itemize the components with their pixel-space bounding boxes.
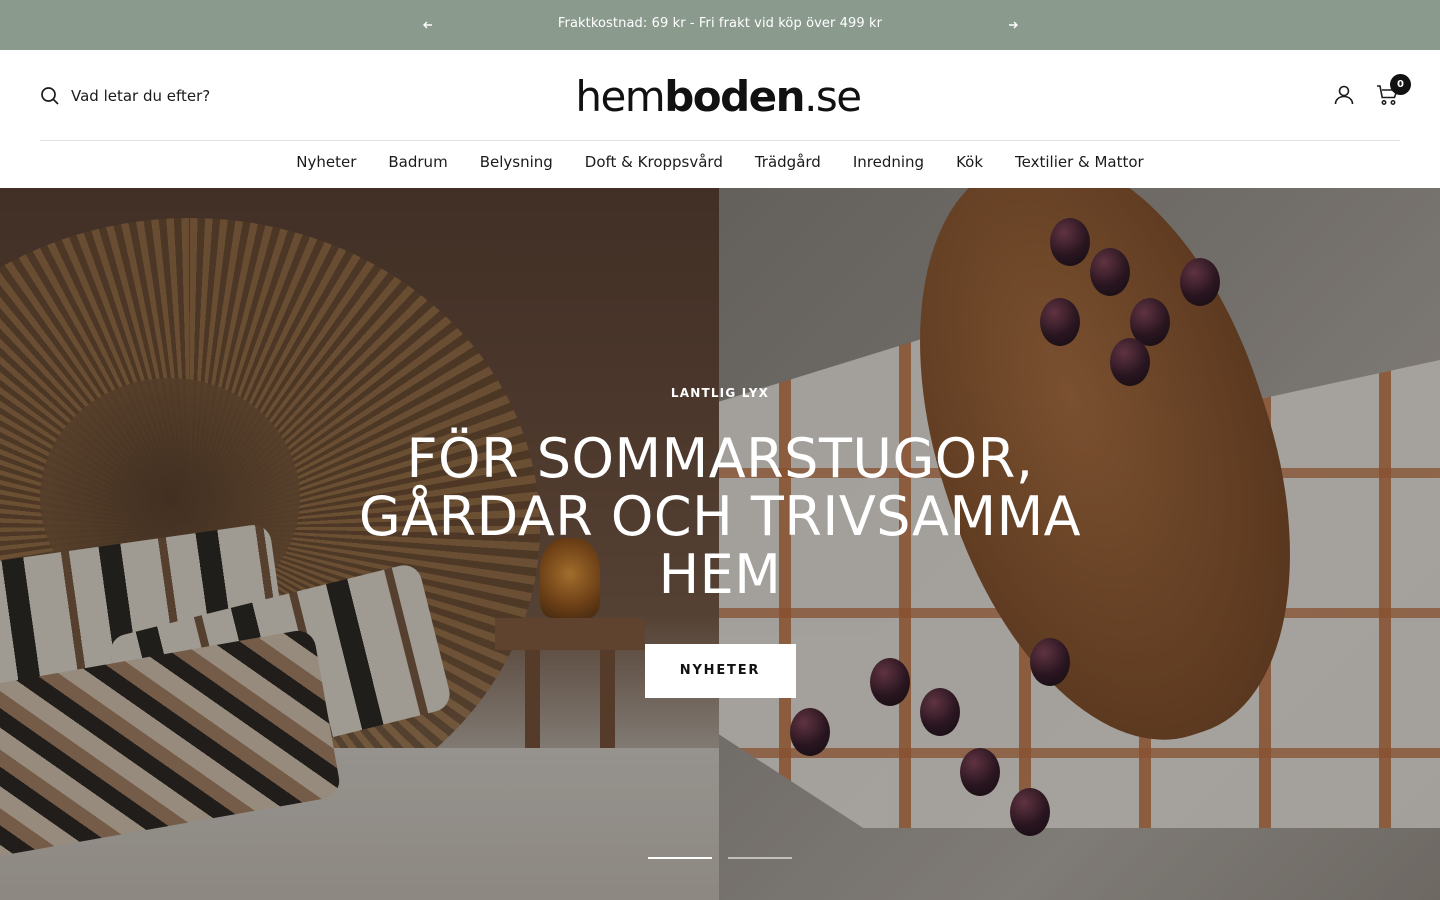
- main-nav: Nyheter Badrum Belysning Doft & Kroppsvå…: [0, 153, 1440, 171]
- nav-item-tradgard[interactable]: Trädgård: [755, 153, 821, 171]
- announcement-text: Fraktkostnad: 69 kr - Fri frakt vid köp …: [557, 16, 883, 31]
- arrow-right-icon[interactable]: [1003, 15, 1023, 35]
- cart-icon[interactable]: 0: [1376, 74, 1411, 107]
- search-icon[interactable]: [40, 86, 60, 106]
- nav-item-badrum[interactable]: Badrum: [388, 153, 447, 171]
- logo-part-hem: hem: [575, 72, 665, 121]
- header-divider: [40, 140, 1400, 141]
- announcement-bar: Fraktkostnad: 69 kr - Fri frakt vid köp …: [0, 0, 1440, 50]
- site-logo[interactable]: hem boden .se: [573, 72, 863, 124]
- search-bar[interactable]: Vad letar du efter?: [40, 84, 210, 108]
- user-icon[interactable]: [1332, 83, 1356, 107]
- slide-dot-2[interactable]: [728, 857, 792, 859]
- nav-item-doft-kroppsvard[interactable]: Doft & Kroppsvård: [585, 153, 723, 171]
- hero-cta-button[interactable]: NYHETER: [644, 644, 796, 698]
- hero-title: FÖR SOMMARSTUGOR, GÅRDAR OCH TRIVSAMMA H…: [358, 427, 1082, 606]
- nav-item-textilier-mattor[interactable]: Textilier & Mattor: [1015, 153, 1144, 171]
- logo-part-se: .se: [804, 72, 862, 121]
- cart-count-badge: 0: [1390, 74, 1411, 95]
- nav-item-nyheter[interactable]: Nyheter: [296, 153, 356, 171]
- slide-dot-1[interactable]: [648, 857, 712, 859]
- logo-part-boden: boden: [664, 72, 805, 121]
- nav-item-belysning[interactable]: Belysning: [480, 153, 553, 171]
- site-header: Vad letar du efter? hem boden .se 0 Nyhete…: [0, 50, 1440, 188]
- header-actions: 0: [1332, 74, 1411, 107]
- hero-content: LANTLIG LYX FÖR SOMMARSTUGOR, GÅRDAR OCH…: [0, 386, 1440, 698]
- slideshow-dots: [648, 857, 808, 859]
- search-input[interactable]: Vad letar du efter?: [71, 87, 210, 105]
- nav-item-kok[interactable]: Kök: [956, 153, 983, 171]
- hero-banner: LANTLIG LYX FÖR SOMMARSTUGOR, GÅRDAR OCH…: [0, 188, 1440, 900]
- nav-item-inredning[interactable]: Inredning: [853, 153, 924, 171]
- hero-eyebrow: LANTLIG LYX: [670, 386, 770, 400]
